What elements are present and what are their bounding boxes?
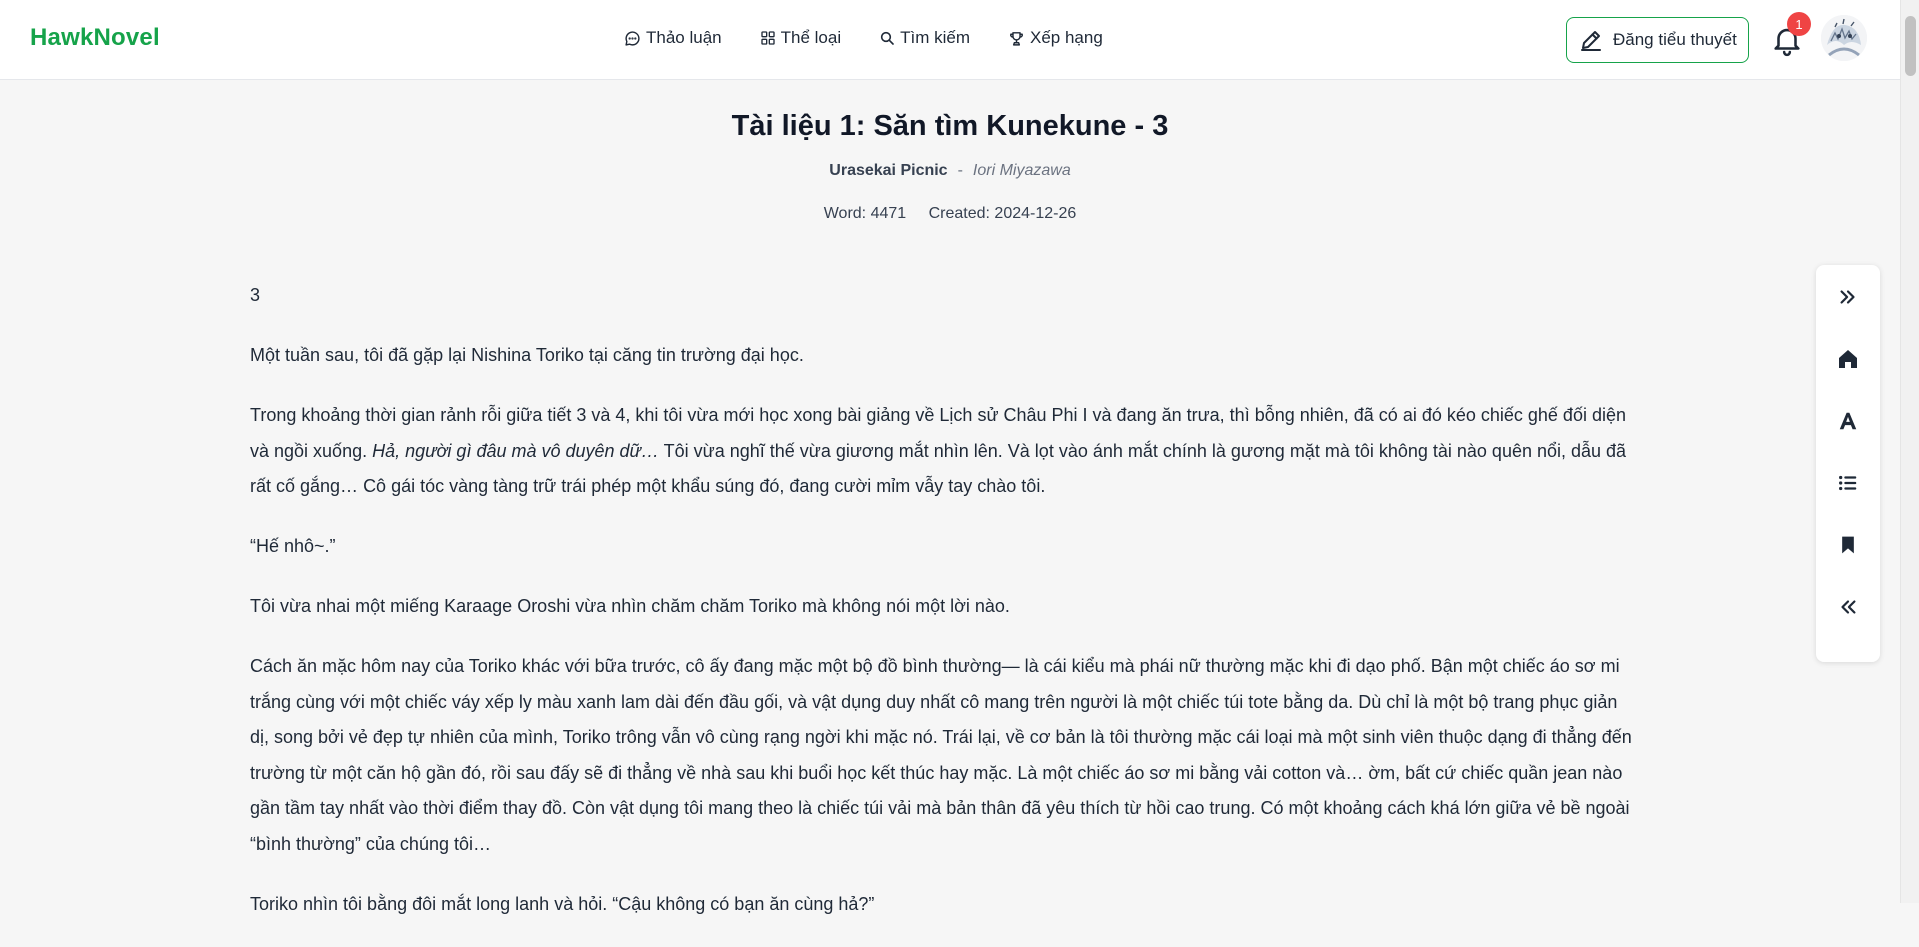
pencil-icon (1581, 31, 1601, 51)
novel-name-link[interactable]: Urasekai Picnic (829, 162, 947, 179)
nav-search-label: Tìm kiếm (900, 28, 970, 47)
chapter-stats: Word: 4471 Created: 2024-12-26 (0, 205, 1900, 223)
bookmark-button[interactable] (1816, 521, 1880, 569)
paragraph: Một tuần sau, tôi đã gặp lại Nishina Tor… (250, 345, 804, 365)
nav-genres[interactable]: Thể loại (760, 28, 841, 48)
search-icon (880, 31, 894, 45)
home-icon (1839, 350, 1857, 368)
font-icon (1839, 412, 1857, 430)
chapter-content: 3 Một tuần sau, tôi đã gặp lại Nishina T… (250, 278, 1640, 947)
paragraph: 3 (250, 285, 261, 305)
page-scrollbar[interactable] (1900, 0, 1919, 903)
word-count: Word: 4471 (823, 205, 907, 222)
paragraph: Toriko nhìn tôi bằng đôi mắt long lanh v… (250, 893, 875, 914)
trophy-icon (1010, 31, 1023, 46)
home-button[interactable] (1816, 335, 1880, 383)
nav-ranking[interactable]: Xếp hạng (1008, 28, 1103, 48)
main-nav: Thảo luận Thể loại Tìm kiếm Xếp hạng (624, 28, 1141, 48)
chevrons-right-icon (1840, 290, 1855, 304)
paragraph-italic: Hả, người gì đâu mà vô duyên dữ… (372, 440, 659, 461)
post-novel-button[interactable]: Đăng tiểu thuyết (1566, 17, 1749, 63)
list-icon (1839, 475, 1857, 491)
avatar[interactable] (1821, 15, 1867, 61)
paragraph: Trong khoảng thời gian rảnh rỗi giữa tiế… (250, 398, 1640, 505)
bookmark-icon (1842, 536, 1854, 554)
post-novel-label: Đăng tiểu thuyết (1613, 30, 1737, 49)
paragraph: Cách ăn mặc hôm nay của Toriko khác với … (250, 656, 1632, 854)
paragraph: Tôi vừa nhai một miếng Karaage Oroshi vừ… (250, 596, 1010, 616)
nav-genres-label: Thể loại (780, 28, 842, 47)
chat-bubble-icon (625, 30, 640, 46)
table-of-contents-button[interactable] (1816, 459, 1880, 507)
author-name: Iori Miyazawa (972, 162, 1071, 179)
chapter-meta: Urasekai Picnic - Iori Miyazawa (0, 162, 1900, 180)
nav-discussion-label: Thảo luận (646, 28, 722, 47)
created-date: Created: 2024-12-26 (928, 205, 1077, 222)
site-logo[interactable]: HawkNovel (30, 24, 160, 52)
avatar-image-icon (1821, 15, 1867, 61)
chapter-title: Tài liệu 1: Săn tìm Kunekune - 3 (731, 110, 1169, 142)
paragraph: “Hế nhô~.” (250, 536, 336, 556)
expand-toolbar-button[interactable] (1816, 583, 1880, 631)
reading-toolbar (1816, 265, 1880, 662)
nav-search[interactable]: Tìm kiếm (879, 28, 970, 48)
meta-separator: - (957, 162, 963, 179)
top-header: HawkNovel Thảo luận Thể loại Tìm kiếm Xế… (0, 0, 1900, 80)
grid-icon (760, 31, 775, 45)
notification-badge: 1 (1787, 12, 1811, 36)
nav-discussion[interactable]: Thảo luận (624, 28, 722, 48)
font-settings-button[interactable] (1816, 397, 1880, 445)
collapse-toolbar-button[interactable] (1816, 273, 1880, 321)
nav-ranking-label: Xếp hạng (1030, 28, 1103, 47)
scrollbar-thumb[interactable] (1905, 16, 1916, 76)
chevrons-left-icon (1841, 600, 1856, 614)
